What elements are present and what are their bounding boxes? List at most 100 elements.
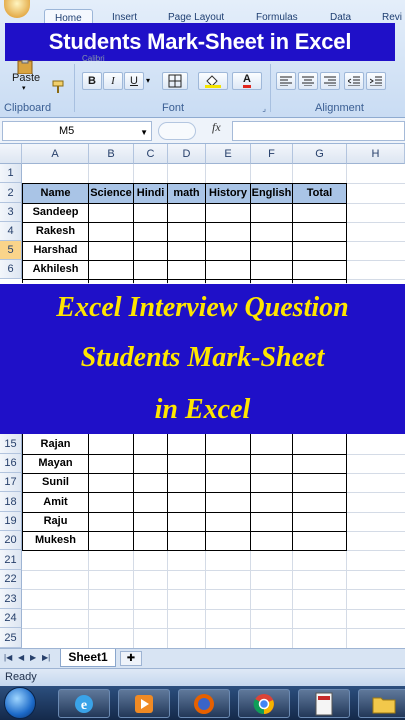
name-cell-sandeep[interactable]: Sandeep [23, 203, 88, 222]
font-name-box[interactable]: Calibri [82, 54, 162, 62]
row-header-24[interactable]: 24 [0, 609, 22, 628]
row-header-5[interactable]: 5 [0, 241, 22, 260]
row-header-18[interactable]: 18 [0, 492, 22, 512]
borders-button[interactable] [162, 72, 188, 90]
table-border [346, 183, 347, 283]
firefox-icon[interactable] [178, 689, 230, 718]
italic-button[interactable]: I [103, 72, 123, 90]
row-header-25[interactable]: 25 [0, 628, 22, 648]
align-right-button[interactable] [320, 72, 340, 90]
underline-dropdown-icon[interactable]: ▾ [146, 76, 150, 85]
row-header-22[interactable]: 22 [0, 570, 22, 589]
name-cell-sunil[interactable]: Sunil [23, 473, 88, 492]
column-header-f[interactable]: F [251, 144, 293, 164]
table-border [22, 183, 347, 184]
chrome-icon[interactable] [238, 689, 290, 718]
last-sheet-icon[interactable]: ▶| [42, 653, 50, 662]
table-border [88, 430, 89, 551]
table-border [133, 430, 134, 551]
header-cell-history[interactable]: History [206, 184, 250, 203]
row-header-23[interactable]: 23 [0, 589, 22, 609]
gridline [22, 628, 405, 629]
align-left-button[interactable] [276, 72, 296, 90]
name-box-dropdown-icon[interactable]: ▼ [140, 124, 148, 142]
column-header-g[interactable]: G [293, 144, 347, 164]
row-header-6[interactable]: 6 [0, 260, 22, 279]
header-cell-science[interactable]: Science [89, 184, 133, 203]
formula-input[interactable] [232, 121, 405, 141]
bold-button[interactable]: B [82, 72, 102, 90]
font-group: Calibri B I U ▾ A Font ⌟ [78, 54, 268, 116]
increase-indent-button[interactable] [366, 72, 386, 90]
table-border [22, 279, 347, 280]
row-header-17[interactable]: 17 [0, 473, 22, 492]
fill-color-button[interactable] [198, 72, 228, 90]
font-color-letter: A [243, 74, 251, 88]
underline-button[interactable]: U [124, 72, 144, 90]
name-cell-mukesh[interactable]: Mukesh [23, 531, 88, 550]
row-header-20[interactable]: 20 [0, 531, 22, 550]
name-cell-rajan[interactable]: Rajan [23, 434, 88, 454]
start-orb-icon[interactable] [4, 687, 36, 719]
decrease-indent-button[interactable] [344, 72, 364, 90]
overlay-line-2: Students Mark-Sheet [80, 342, 325, 373]
clipboard-label: Clipboard [4, 102, 52, 114]
column-header-h[interactable]: H [347, 144, 405, 164]
header-cell-name[interactable]: Name [23, 184, 88, 203]
table-border [292, 183, 293, 283]
column-header-b[interactable]: B [89, 144, 134, 164]
row-header-1[interactable]: 1 [0, 164, 22, 183]
font-label: Font [161, 102, 184, 114]
promo-overlay: Excel Interview Question Students Mark-S… [0, 284, 405, 434]
row-header-4[interactable]: 4 [0, 222, 22, 241]
folder-icon[interactable] [358, 689, 405, 718]
svg-text:e: e [81, 698, 87, 713]
table-border [22, 203, 347, 204]
table-border [22, 473, 347, 474]
name-cell-raju[interactable]: Raju [23, 512, 88, 531]
table-border [22, 550, 347, 551]
paste-label: Paste [12, 72, 41, 84]
table-border [22, 492, 347, 493]
header-cell-english[interactable]: English [251, 184, 292, 203]
row-header-15[interactable]: 15 [0, 434, 22, 454]
name-cell-harshad[interactable]: Harshad [23, 241, 88, 260]
next-sheet-icon[interactable]: ▶ [30, 653, 36, 662]
row-header-21[interactable]: 21 [0, 550, 22, 570]
formula-bar-handle[interactable] [158, 122, 196, 140]
font-color-button[interactable]: A [232, 72, 262, 90]
sheet-tab-sheet1[interactable]: Sheet1 [60, 649, 116, 667]
row-header-2[interactable]: 2 [0, 183, 22, 203]
insert-function-button[interactable]: fx [212, 120, 221, 135]
select-all-corner[interactable] [0, 144, 22, 164]
name-cell-mayan[interactable]: Mayan [23, 454, 88, 473]
column-header-e[interactable]: E [206, 144, 251, 164]
column-header-a[interactable]: A [22, 144, 89, 164]
internet-explorer-icon[interactable]: e [58, 689, 110, 718]
font-dialog-launcher-icon[interactable]: ⌟ [262, 104, 266, 113]
format-painter-icon[interactable] [52, 80, 66, 94]
insert-sheet-icon[interactable]: ✚ [120, 651, 142, 666]
header-cell-total[interactable]: Total [293, 184, 346, 203]
prev-sheet-icon[interactable]: ◀ [18, 653, 24, 662]
media-player-icon[interactable] [118, 689, 170, 718]
tally-erp9-icon[interactable] [298, 689, 350, 718]
name-box[interactable]: M5 ▼ [2, 121, 152, 141]
row-header-19[interactable]: 19 [0, 512, 22, 531]
header-cell-hindi[interactable]: Hindi [134, 184, 167, 203]
column-header-c[interactable]: C [134, 144, 168, 164]
first-sheet-icon[interactable]: |◀ [4, 653, 12, 662]
column-header-d[interactable]: D [168, 144, 206, 164]
header-cell-math[interactable]: math [168, 184, 205, 203]
row-header-3[interactable]: 3 [0, 203, 22, 222]
name-cell-rakesh[interactable]: Rakesh [23, 222, 88, 241]
office-button[interactable] [4, 0, 30, 18]
name-cell-akhilesh[interactable]: Akhilesh [23, 260, 88, 279]
table-border [22, 512, 347, 513]
align-center-button[interactable] [298, 72, 318, 90]
name-cell-amit[interactable]: Amit [23, 492, 88, 512]
paste-button[interactable]: Paste ▾ [8, 60, 44, 94]
row-header-16[interactable]: 16 [0, 454, 22, 473]
name-box-value: M5 [59, 125, 75, 137]
fill-color-icon [205, 75, 221, 88]
